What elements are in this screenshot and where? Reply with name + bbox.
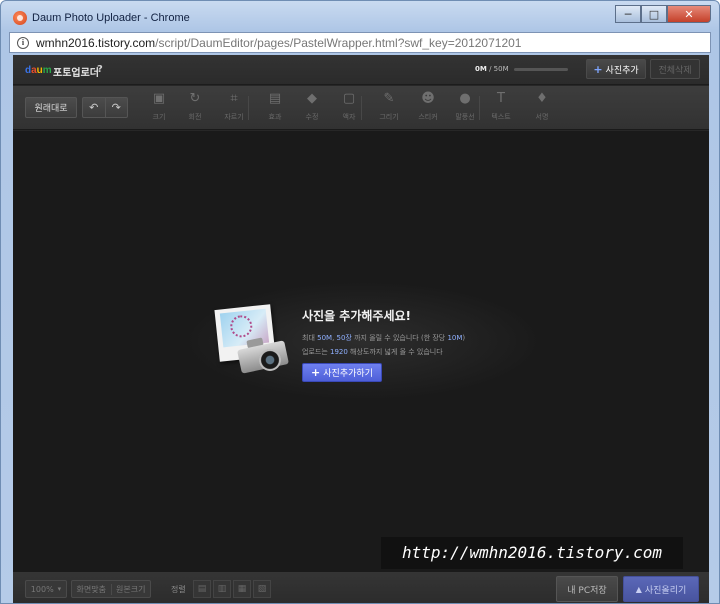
tool-button[interactable]: ♦ 서명: [524, 90, 560, 126]
add-photo-button[interactable]: + 사진추가: [586, 59, 646, 79]
photo-uploader-app: daum 포토업로더 ? 0M / 50M + 사진추가 전체삭제 원래대로 ↶ …: [13, 55, 709, 603]
upload-limit-text: 최대 50M, 50장 까지 올릴 수 있습니다 (한 장당 10M): [302, 334, 466, 342]
tool-label: 텍스트: [491, 113, 511, 121]
sort-option-icon[interactable]: ▧: [253, 580, 271, 598]
window-controls: ─ □ ✕: [615, 5, 711, 23]
daum-app-icon: [13, 11, 27, 25]
tool-icon: ◆: [307, 91, 317, 106]
tool-button[interactable]: ▣ 크기: [141, 90, 177, 126]
tool-button[interactable]: ▤ 효과: [257, 90, 293, 126]
sort-option-icon[interactable]: ▥: [213, 580, 231, 598]
tool-label: 자르기: [224, 113, 244, 121]
tool-button[interactable]: T 텍스트: [483, 90, 519, 126]
toolbar-divider: [479, 96, 480, 120]
add-photo-label: 사진추가: [605, 65, 639, 76]
tool-label: 크기: [152, 113, 166, 121]
upload-arrow-icon: ▲: [635, 584, 642, 594]
size-total: / 50M: [489, 65, 509, 73]
undo-icon[interactable]: ↶: [83, 98, 106, 117]
sort-label: 정렬: [171, 585, 186, 594]
tool-icon: ☻: [421, 91, 435, 106]
daum-logo: daum: [25, 65, 52, 76]
sort-options: ▤ ▥ ▦ ▧: [193, 580, 273, 598]
info-icon[interactable]: i: [17, 37, 29, 49]
resolution-text: 업로드는 1920 해상도까지 넓게 올 수 있습니다: [302, 348, 443, 356]
add-photo-main-label: 사진추가하기: [323, 369, 373, 379]
close-button[interactable]: ✕: [667, 5, 711, 23]
tool-label: 효과: [268, 113, 282, 121]
tool-label: 말풍선: [455, 113, 475, 121]
fit-group: 화면맞춤 원본크기: [71, 580, 151, 598]
tool-icon: ⌗: [230, 91, 238, 106]
toolbar-divider: [361, 96, 362, 120]
add-photo-main-button[interactable]: + 사진추가하기: [302, 363, 382, 382]
uploader-header: daum 포토업로더 ? 0M / 50M + 사진추가 전체삭제: [13, 55, 709, 85]
tool-icon: ↻: [189, 91, 201, 106]
tool-button[interactable]: ☻ 스티커: [410, 90, 446, 126]
maximize-button[interactable]: □: [641, 5, 667, 23]
tool-icon: ▤: [268, 91, 282, 106]
plus-icon: +: [593, 62, 603, 76]
zoom-select[interactable]: 100% ▾: [25, 580, 67, 598]
blog-watermark: http://wmhn2016.tistory.com: [381, 537, 683, 569]
bottom-bar: 100% ▾ 화면맞춤 원본크기 정렬 ▤ ▥ ▦ ▧ 내 PC저장 ▲ 사진올리기: [13, 571, 709, 603]
address-bar[interactable]: i wmhn2016.tistory.com/script/DaumEditor…: [9, 32, 711, 53]
tool-icon: ♦: [536, 91, 548, 106]
tool-label: 그리기: [379, 113, 399, 121]
minimize-button[interactable]: ─: [615, 5, 641, 23]
tool-icon: ▣: [152, 91, 166, 106]
upload-button[interactable]: ▲ 사진올리기: [623, 576, 699, 602]
tool-label: 수정: [305, 113, 319, 121]
sort-option-icon[interactable]: ▤: [193, 580, 211, 598]
tool-icon: ✎: [383, 91, 395, 106]
tool-button[interactable]: ● 말풍선: [447, 90, 483, 126]
size-usage-label: 0M / 50M: [475, 65, 509, 73]
url-path: /script/DaumEditor/pages/PastelWrapper.h…: [155, 36, 522, 50]
tool-button[interactable]: ⌗ 자르기: [216, 90, 252, 126]
toolbar-divider: [248, 96, 249, 120]
redo-icon[interactable]: ↷: [106, 98, 128, 117]
tool-icon: ●: [459, 91, 471, 106]
browser-window: Daum Photo Uploader - Chrome ─ □ ✕ i wmh…: [0, 0, 720, 604]
delete-all-button[interactable]: 전체삭제: [650, 59, 700, 79]
edit-toolbar: 원래대로 ↶ ↷ ▣ 크기 ↻ 회전 ⌗ 자르기 ▤ 효과 ◆ 수정 ▢ 액자 ✎ 그리기 ☻ 스티커 ● 말풍선…: [13, 86, 709, 130]
camera-illustration: [237, 337, 289, 374]
sort-option-icon[interactable]: ▦: [233, 580, 251, 598]
save-to-pc-button[interactable]: 내 PC저장: [556, 576, 618, 602]
app-title: 포토업로더: [53, 68, 99, 79]
undo-redo-group: ↶ ↷: [82, 97, 128, 118]
tool-button[interactable]: ◆ 수정: [294, 90, 330, 126]
chevron-down-icon: ▾: [57, 585, 62, 593]
size-usage-bar: [514, 68, 568, 71]
empty-state: 사진을 추가해주세요! 최대 50M, 50장 까지 올릴 수 있습니다 (한 …: [214, 304, 517, 397]
tool-icon: T: [497, 91, 505, 106]
revert-original-button[interactable]: 원래대로: [25, 97, 77, 118]
tool-label: 스티커: [418, 113, 438, 121]
tool-label: 회전: [188, 113, 202, 121]
title-bar: Daum Photo Uploader - Chrome ─ □ ✕: [1, 1, 719, 31]
url-text[interactable]: wmhn2016.tistory.com/script/DaumEditor/p…: [36, 36, 521, 50]
empty-title: 사진을 추가해주세요!: [302, 309, 412, 323]
help-icon[interactable]: ?: [97, 64, 103, 75]
zoom-value: 100%: [30, 584, 54, 594]
size-used: 0M: [475, 65, 487, 73]
upload-label: 사진올리기: [644, 585, 687, 596]
tool-button[interactable]: ✎ 그리기: [371, 90, 407, 126]
window-title: Daum Photo Uploader - Chrome: [32, 12, 190, 24]
tool-label: 서명: [535, 113, 549, 121]
original-size-button[interactable]: 원본크기: [112, 584, 151, 595]
tool-button[interactable]: ↻ 회전: [177, 90, 213, 126]
url-host: wmhn2016.tistory.com: [36, 36, 156, 50]
plus-icon: +: [311, 366, 321, 379]
photo-canvas[interactable]: 사진을 추가해주세요! 최대 50M, 50장 까지 올릴 수 있습니다 (한 …: [13, 131, 709, 571]
fit-screen-button[interactable]: 화면맞춤: [72, 583, 112, 595]
